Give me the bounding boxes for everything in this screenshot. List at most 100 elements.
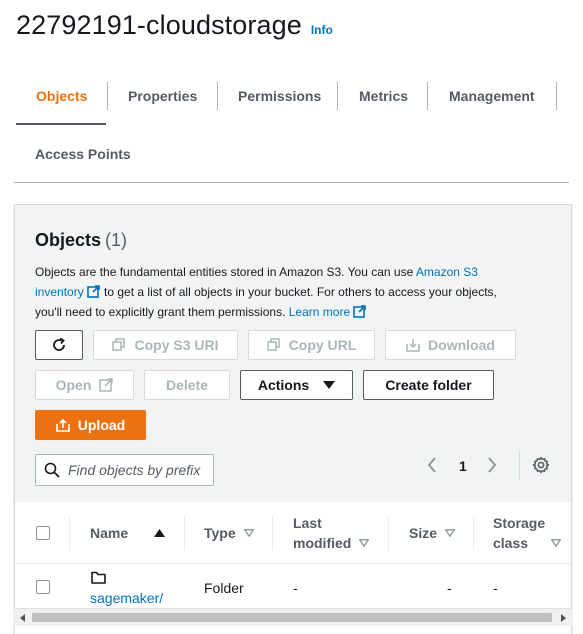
open-label: Open bbox=[55, 377, 92, 393]
folder-icon bbox=[91, 571, 106, 584]
column-header-name[interactable]: Name bbox=[90, 523, 165, 543]
tab-bar-divider bbox=[14, 182, 569, 183]
sort-icon bbox=[444, 529, 455, 537]
tab-objects[interactable]: Objects bbox=[36, 70, 87, 122]
actions-label: Actions bbox=[257, 377, 310, 393]
sort-icon bbox=[359, 539, 370, 547]
object-last-modified-cell: - bbox=[293, 580, 298, 596]
column-divider bbox=[473, 516, 474, 550]
table-header: Name Type Last modified Size Storage cla… bbox=[15, 502, 571, 564]
table-row: sagemaker/ Folder - - - bbox=[15, 564, 571, 606]
preferences-button[interactable] bbox=[532, 456, 550, 479]
actions-dropdown[interactable]: Actions bbox=[240, 370, 353, 400]
sort-ascending-icon bbox=[154, 529, 165, 537]
column-header-size[interactable]: Size bbox=[409, 523, 455, 543]
external-link-icon bbox=[353, 305, 366, 318]
column-divider bbox=[184, 516, 185, 550]
search-input[interactable] bbox=[68, 462, 208, 478]
column-divider bbox=[69, 516, 70, 550]
column-header-last-modified-line2: modified bbox=[293, 535, 352, 551]
open-button[interactable]: Open bbox=[35, 370, 134, 400]
tab-permissions[interactable]: Permissions bbox=[238, 70, 321, 122]
tab-metrics[interactable]: Metrics bbox=[359, 70, 408, 122]
object-type-cell: Folder bbox=[204, 580, 244, 596]
current-page-number[interactable]: 1 bbox=[459, 458, 467, 474]
tab-divider bbox=[427, 82, 428, 110]
column-header-size-label: Size bbox=[409, 525, 438, 541]
upload-icon bbox=[55, 418, 70, 432]
download-icon bbox=[406, 338, 420, 352]
column-header-storage-class[interactable]: Storage class bbox=[493, 513, 561, 553]
bucket-title: 22792191-cloudstorage bbox=[16, 10, 302, 40]
page-header: 22792191-cloudstorage Info bbox=[16, 10, 333, 46]
info-link[interactable]: Info bbox=[311, 23, 333, 37]
object-storage-class-cell: - bbox=[493, 580, 498, 596]
tab-divider bbox=[107, 82, 108, 110]
copy-url-label: Copy URL bbox=[288, 337, 357, 353]
tab-access-points[interactable]: Access Points bbox=[35, 128, 131, 180]
tab-divider bbox=[217, 82, 218, 110]
sort-icon bbox=[243, 529, 254, 537]
scrollbar-thumb[interactable] bbox=[32, 613, 552, 622]
object-size-cell: - bbox=[447, 580, 452, 596]
objects-heading-label: Objects bbox=[35, 230, 102, 250]
objects-panel: Objects (1) Objects are the fundamental e… bbox=[14, 204, 572, 634]
learn-more-link[interactable]: Learn more bbox=[289, 305, 367, 319]
tab-divider bbox=[556, 82, 557, 110]
scroll-left-icon[interactable] bbox=[18, 613, 28, 623]
refresh-button[interactable] bbox=[35, 330, 83, 360]
pagination-divider bbox=[519, 451, 520, 481]
tab-properties[interactable]: Properties bbox=[128, 70, 197, 122]
search-icon bbox=[44, 462, 60, 478]
objects-panel-header: Objects (1) Objects are the fundamental e… bbox=[15, 205, 571, 502]
next-page-button[interactable] bbox=[487, 453, 497, 477]
previous-page-button[interactable] bbox=[427, 453, 437, 477]
column-header-last-modified-line1: Last bbox=[293, 515, 322, 531]
download-button[interactable]: Download bbox=[385, 330, 516, 360]
upload-label: Upload bbox=[77, 417, 126, 433]
object-name-cell: sagemaker/ bbox=[90, 590, 163, 606]
sort-icon bbox=[551, 539, 561, 547]
objects-count: (1) bbox=[105, 230, 128, 250]
create-folder-label: Create folder bbox=[385, 377, 472, 393]
caret-down-icon bbox=[323, 380, 336, 389]
copy-s3-uri-label: Copy S3 URI bbox=[134, 337, 219, 353]
copy-url-button[interactable]: Copy URL bbox=[248, 330, 375, 360]
create-folder-button[interactable]: Create folder bbox=[363, 370, 494, 400]
download-label: Download bbox=[428, 337, 495, 353]
copy-icon bbox=[112, 338, 126, 352]
objects-description: Objects are the fundamental entities sto… bbox=[35, 262, 525, 322]
copy-icon bbox=[266, 338, 281, 352]
gear-icon bbox=[532, 456, 550, 474]
object-name-link[interactable]: sagemaker/ bbox=[90, 590, 163, 606]
refresh-icon bbox=[53, 337, 65, 351]
external-link-icon bbox=[99, 378, 114, 392]
description-text: Objects are the fundamental entities sto… bbox=[35, 265, 416, 279]
column-header-last-modified[interactable]: Last modified bbox=[293, 513, 370, 553]
upload-button[interactable]: Upload bbox=[35, 410, 146, 440]
chevron-right-icon bbox=[488, 457, 497, 473]
scroll-right-icon[interactable] bbox=[558, 613, 568, 623]
tab-divider bbox=[337, 82, 338, 110]
column-divider bbox=[388, 516, 389, 550]
horizontal-scrollbar[interactable] bbox=[14, 608, 572, 626]
row-checkbox[interactable] bbox=[36, 580, 50, 594]
tab-management[interactable]: Management bbox=[449, 70, 535, 122]
delete-label: Delete bbox=[165, 377, 209, 393]
column-header-name-label: Name bbox=[90, 525, 129, 541]
search-box bbox=[35, 454, 214, 486]
active-tab-indicator bbox=[16, 123, 106, 125]
copy-s3-uri-button[interactable]: Copy S3 URI bbox=[93, 330, 238, 360]
select-all-checkbox[interactable] bbox=[36, 526, 50, 540]
delete-button[interactable]: Delete bbox=[144, 370, 230, 400]
column-header-storage-class-line2: class bbox=[493, 535, 529, 551]
external-link-icon bbox=[86, 285, 100, 298]
description-text: to get a list of all objects in your buc… bbox=[35, 285, 497, 319]
column-header-type-label: Type bbox=[204, 525, 236, 541]
column-header-storage-class-line1: Storage bbox=[493, 515, 546, 531]
column-divider bbox=[272, 516, 273, 550]
objects-heading: Objects (1) bbox=[35, 230, 127, 251]
column-header-type[interactable]: Type bbox=[204, 523, 254, 543]
chevron-left-icon bbox=[427, 457, 436, 473]
learn-more-link-label: Learn more bbox=[288, 305, 351, 319]
